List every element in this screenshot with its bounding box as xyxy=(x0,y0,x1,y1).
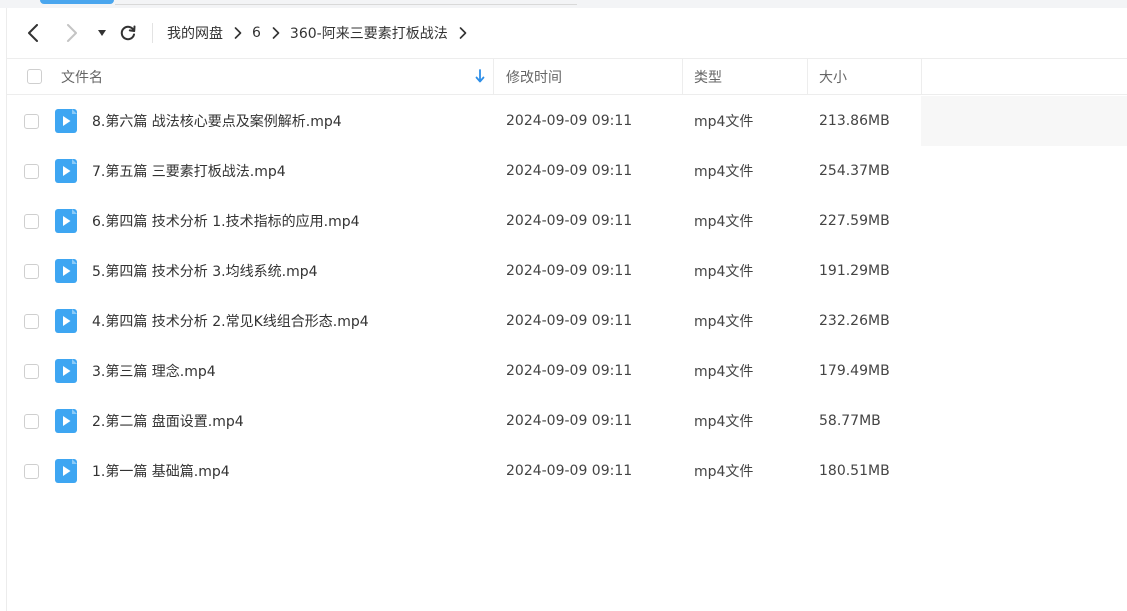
breadcrumb-item-folder[interactable]: 6 xyxy=(252,25,261,41)
select-all-checkbox[interactable] xyxy=(27,69,42,84)
file-size: 254.37MB xyxy=(819,163,890,179)
video-file-icon xyxy=(55,109,77,133)
column-header-size-label: 大小 xyxy=(819,69,847,86)
chevron-right-icon xyxy=(233,26,243,40)
video-file-icon xyxy=(55,359,77,383)
file-size: 213.86MB xyxy=(819,113,890,129)
breadcrumb-item-current[interactable]: 360-阿来三要素打板战法 xyxy=(290,23,448,43)
active-tab-indicator xyxy=(40,0,114,4)
video-file-icon xyxy=(55,459,77,483)
file-size: 58.77MB xyxy=(819,413,881,429)
top-strip-divider xyxy=(115,4,577,5)
row-checkbox[interactable] xyxy=(24,263,39,279)
file-type: mp4文件 xyxy=(694,114,754,130)
caret-down-icon xyxy=(98,30,106,36)
video-file-icon xyxy=(55,159,77,183)
breadcrumb-item-root[interactable]: 我的网盘 xyxy=(167,23,223,43)
file-name[interactable]: 6.第四篇 技术分析 1.技术指标的应用.mp4 xyxy=(92,196,360,246)
forward-button[interactable] xyxy=(61,22,83,44)
row-checkbox[interactable] xyxy=(24,213,39,229)
row-checkbox[interactable] xyxy=(24,163,39,179)
file-size: 232.26MB xyxy=(819,313,890,329)
file-size: 227.59MB xyxy=(819,213,890,229)
column-header-mtime[interactable]: 修改时间 xyxy=(495,59,683,94)
chevron-right-icon xyxy=(67,24,77,42)
chevron-right-icon[interactable] xyxy=(458,26,468,40)
row-checkbox[interactable] xyxy=(24,363,39,379)
column-header-name-label: 文件名 xyxy=(61,69,103,86)
column-header-type-label: 类型 xyxy=(694,69,722,86)
file-type: mp4文件 xyxy=(694,314,754,330)
row-checkbox[interactable] xyxy=(24,113,39,129)
toolbar-separator xyxy=(152,23,153,43)
file-size: 191.29MB xyxy=(819,263,890,279)
file-type: mp4文件 xyxy=(694,464,754,480)
file-row[interactable]: 5.第四篇 技术分析 3.均线系统.mp4 2024-09-09 09:11 m… xyxy=(7,246,1127,296)
select-all-cell xyxy=(27,59,47,94)
sort-down-arrow-icon[interactable] xyxy=(475,69,485,83)
column-header-name[interactable]: 文件名 xyxy=(61,59,494,94)
file-mtime: 2024-09-09 09:11 xyxy=(506,413,633,429)
file-row[interactable]: 2.第二篇 盘面设置.mp4 2024-09-09 09:11 mp4文件 58… xyxy=(7,396,1127,446)
file-name[interactable]: 5.第四篇 技术分析 3.均线系统.mp4 xyxy=(92,246,318,296)
row-hover-highlight xyxy=(921,96,1127,146)
navigation-toolbar: 我的网盘 6 360-阿来三要素打板战法 xyxy=(7,8,1127,58)
row-checkbox[interactable] xyxy=(24,463,39,479)
chevron-right-icon xyxy=(271,26,281,40)
file-name[interactable]: 7.第五篇 三要素打板战法.mp4 xyxy=(92,146,286,196)
file-row[interactable]: 4.第四篇 技术分析 2.常见K线组合形态.mp4 2024-09-09 09:… xyxy=(7,296,1127,346)
file-type: mp4文件 xyxy=(694,214,754,230)
refresh-button[interactable] xyxy=(117,22,139,44)
file-row[interactable]: 3.第三篇 理念.mp4 2024-09-09 09:11 mp4文件 179.… xyxy=(7,346,1127,396)
file-mtime: 2024-09-09 09:11 xyxy=(506,363,633,379)
file-name[interactable]: 2.第二篇 盘面设置.mp4 xyxy=(92,396,244,446)
file-mtime: 2024-09-09 09:11 xyxy=(506,313,633,329)
file-list: 8.第六篇 战法核心要点及案例解析.mp4 2024-09-09 09:11 m… xyxy=(7,96,1127,496)
file-name[interactable]: 1.第一篇 基础篇.mp4 xyxy=(92,446,230,496)
chevron-left-icon xyxy=(28,24,38,42)
file-mtime: 2024-09-09 09:11 xyxy=(506,213,633,229)
file-browser-window: 我的网盘 6 360-阿来三要素打板战法 文件名 修改时间 类型 大小 8.第六… xyxy=(0,0,1127,611)
file-name[interactable]: 3.第三篇 理念.mp4 xyxy=(92,346,216,396)
column-header-size[interactable]: 大小 xyxy=(809,59,922,94)
column-header-mtime-label: 修改时间 xyxy=(506,69,562,86)
row-checkbox[interactable] xyxy=(24,313,39,329)
file-row[interactable]: 6.第四篇 技术分析 1.技术指标的应用.mp4 2024-09-09 09:1… xyxy=(7,196,1127,246)
video-file-icon xyxy=(55,409,77,433)
file-list-header: 文件名 修改时间 类型 大小 xyxy=(7,58,1127,95)
file-name[interactable]: 4.第四篇 技术分析 2.常见K线组合形态.mp4 xyxy=(92,296,369,346)
column-header-type[interactable]: 类型 xyxy=(684,59,808,94)
row-checkbox[interactable] xyxy=(24,413,39,429)
video-file-icon xyxy=(55,259,77,283)
file-mtime: 2024-09-09 09:11 xyxy=(506,113,633,129)
breadcrumb: 我的网盘 6 360-阿来三要素打板战法 xyxy=(167,21,477,45)
file-row[interactable]: 1.第一篇 基础篇.mp4 2024-09-09 09:11 mp4文件 180… xyxy=(7,446,1127,496)
file-name[interactable]: 8.第六篇 战法核心要点及案例解析.mp4 xyxy=(92,96,342,146)
file-type: mp4文件 xyxy=(694,414,754,430)
history-dropdown-button[interactable] xyxy=(91,22,113,44)
file-mtime: 2024-09-09 09:11 xyxy=(506,463,633,479)
file-size: 180.51MB xyxy=(819,463,890,479)
video-file-icon xyxy=(55,209,77,233)
file-row[interactable]: 8.第六篇 战法核心要点及案例解析.mp4 2024-09-09 09:11 m… xyxy=(7,96,1127,146)
refresh-icon xyxy=(120,25,136,41)
back-button[interactable] xyxy=(22,22,44,44)
file-size: 179.49MB xyxy=(819,363,890,379)
file-mtime: 2024-09-09 09:11 xyxy=(506,263,633,279)
file-type: mp4文件 xyxy=(694,364,754,380)
file-row[interactable]: 7.第五篇 三要素打板战法.mp4 2024-09-09 09:11 mp4文件… xyxy=(7,146,1127,196)
file-mtime: 2024-09-09 09:11 xyxy=(506,163,633,179)
file-type: mp4文件 xyxy=(694,164,754,180)
video-file-icon xyxy=(55,309,77,333)
file-type: mp4文件 xyxy=(694,264,754,280)
